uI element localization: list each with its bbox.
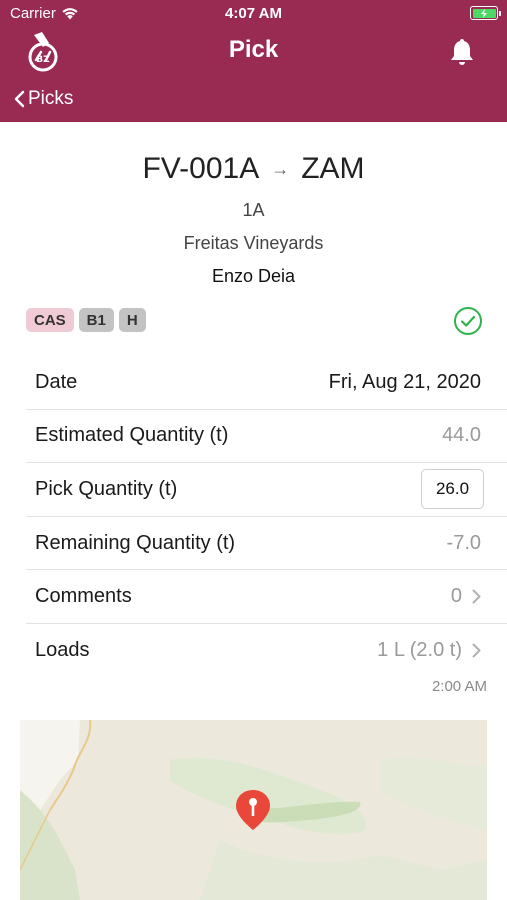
map-view[interactable]	[20, 720, 487, 900]
date-row[interactable]: Date Fri, Aug 21, 2020	[26, 356, 507, 410]
remaining-quantity-row: Remaining Quantity (t) -7.0	[26, 517, 507, 571]
chevron-left-icon	[14, 90, 25, 108]
tag-harvest: H	[118, 308, 146, 332]
loads-summary: 1 L (2.0 t)	[377, 639, 462, 662]
bell-icon[interactable]	[449, 37, 475, 67]
date-label: Date	[35, 370, 78, 393]
estimated-quantity-label: Estimated Quantity (t)	[35, 424, 229, 447]
check-circle-icon[interactable]	[453, 306, 483, 336]
loads-value-group: 1 L (2.0 t)	[377, 639, 481, 662]
pick-quantity-row: Pick Quantity (t) 26.0	[26, 463, 507, 517]
tag-varietal: CAS	[26, 308, 74, 332]
pick-quantity-label: Pick Quantity (t)	[35, 477, 178, 500]
battery-icon	[470, 6, 501, 20]
estimated-quantity-row: Estimated Quantity (t) 44.0	[26, 410, 507, 464]
date-value: Fri, Aug 21, 2020	[328, 370, 481, 393]
status-time: 4:07 AM	[225, 5, 282, 22]
remaining-quantity-label: Remaining Quantity (t)	[35, 531, 236, 554]
tag-bin: B1	[78, 308, 114, 332]
arrow-right-icon: →	[271, 158, 290, 179]
remaining-quantity-value: -7.0	[446, 531, 481, 554]
pick-route: FV-001A → ZAM	[0, 152, 507, 186]
vineyard-name: Freitas Vineyards	[183, 233, 324, 253]
loads-row[interactable]: Loads 1 L (2.0 t)	[26, 624, 507, 678]
pick-detail-list: Date Fri, Aug 21, 2020 Estimated Quantit…	[26, 356, 507, 678]
comments-row[interactable]: Comments 0	[26, 570, 507, 624]
page-title: Pick	[228, 36, 279, 63]
comments-value-group: 0	[451, 585, 481, 608]
source-block-code: FV-001A	[142, 152, 260, 185]
pick-quantity-input[interactable]: 26.0	[421, 469, 484, 510]
tag-list: CAS B1 H	[26, 308, 146, 332]
comments-count: 0	[450, 585, 462, 608]
chevron-right-icon	[472, 589, 481, 604]
estimated-quantity-value: 44.0	[442, 424, 481, 447]
comments-label: Comments	[35, 585, 132, 608]
block-name: 1A	[242, 200, 265, 220]
status-bar: Carrier 4:07 AM	[0, 0, 507, 28]
back-label: Picks	[28, 88, 74, 109]
back-button[interactable]: Picks	[14, 88, 73, 110]
chevron-right-icon	[472, 643, 481, 658]
loads-label: Loads	[35, 639, 90, 662]
load-time: 2:00 AM	[431, 678, 487, 695]
grower-name: Enzo Deia	[211, 266, 296, 286]
destination-code: ZAM	[301, 152, 365, 185]
nav-header: Carrier 4:07 AM BZ Pick Picks	[0, 0, 507, 122]
